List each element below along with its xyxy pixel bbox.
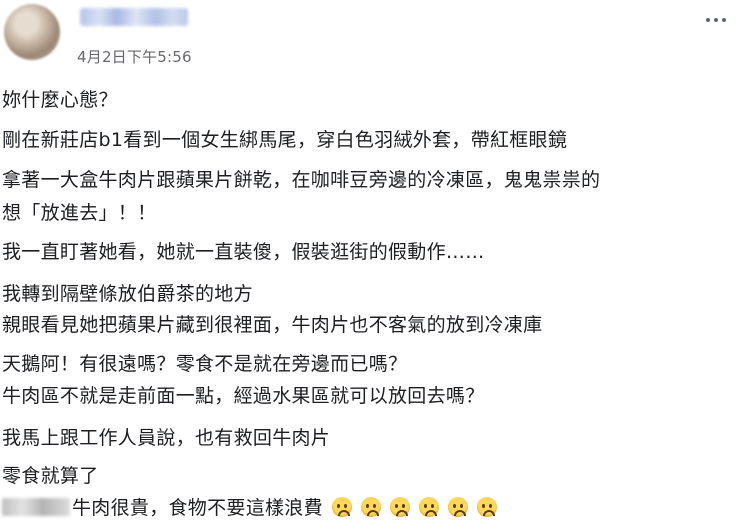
post-line-last: 牛肉很貴，食物不要這樣浪費 — [2, 496, 497, 520]
frowning-face-emoji-icon — [389, 497, 410, 517]
emoji-row — [323, 497, 497, 519]
post-line: 我一直盯著她看，她就一直裝傻，假裝逛街的假動作…… — [2, 241, 485, 263]
post-line: 剛在新莊店b1看到一個女生綁馬尾，穿白色羽絨外套，帶紅框眼鏡 — [2, 129, 568, 151]
post-line: 我轉到隔壁條放伯爵茶的地方 — [2, 283, 253, 305]
frowning-face-emoji-icon — [331, 497, 352, 517]
frowning-face-emoji-icon — [360, 497, 381, 517]
post-line: 天鵝阿！有很遠嗎？零食不是就在旁邊而已嗎？ — [2, 353, 408, 375]
frowning-face-emoji-icon — [476, 497, 497, 517]
redacted-name — [2, 498, 70, 516]
post-line: 親眼看見她把蘋果片藏到很裡面，牛肉片也不客氣的放到冷凍庫 — [2, 314, 543, 336]
post-line-text: 牛肉很貴，食物不要這樣浪費 — [72, 497, 323, 519]
post-line: 牛肉區不就是走前面一點，經過水果區就可以放回去嗎？ — [2, 385, 485, 407]
post-line: 零食就算了 — [2, 465, 99, 487]
post-line: 想「放進去」！！ — [2, 202, 157, 224]
post-line: 妳什麼心態？ — [2, 89, 118, 111]
frowning-face-emoji-icon — [447, 497, 468, 517]
post-line: 拿著一大盒牛肉片跟蘋果片餅乾，在咖啡豆旁邊的冷凍區，鬼鬼祟祟的 — [2, 169, 601, 191]
post-line: 我馬上跟工作人員說，也有救回牛肉片 — [2, 427, 331, 449]
post-body: 妳什麼心態？ 剛在新莊店b1看到一個女生綁馬尾，穿白色羽絨外套，帶紅框眼鏡 拿著… — [0, 0, 743, 529]
frowning-face-emoji-icon — [418, 497, 439, 517]
